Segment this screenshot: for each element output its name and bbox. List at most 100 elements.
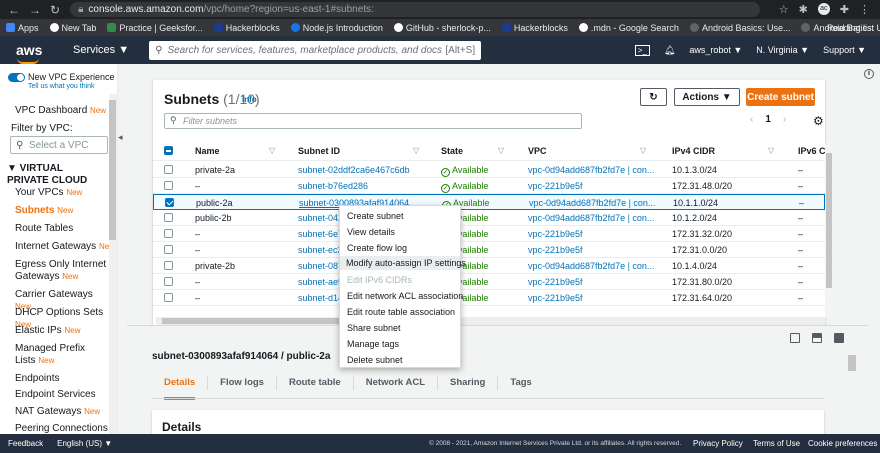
row-checkbox[interactable] — [164, 261, 173, 270]
table-row[interactable]: private-2a subnet-02ddf2ca6e467c6db ✓ Avail… — [153, 162, 825, 178]
cell-subnet-id[interactable]: subnet-d14 — [298, 293, 343, 303]
col-name[interactable]: Name — [195, 146, 220, 156]
sidebar-item-endpoint-services[interactable]: Endpoint Services — [15, 389, 96, 401]
privacy-link[interactable]: Privacy Policy — [693, 439, 743, 448]
sidebar-item-route-tables[interactable]: Route Tables — [15, 223, 73, 235]
extension-icon[interactable]: ✱ — [799, 3, 808, 16]
sort-icon[interactable]: ▽ — [498, 146, 504, 155]
cell-vpc[interactable]: vpc-0d94add687fb2fd7e | con... — [529, 198, 655, 208]
aws-logo[interactable]: aws — [16, 42, 48, 64]
menu-icon[interactable]: ⋮ — [859, 3, 870, 16]
tab-details[interactable]: Details — [152, 376, 209, 400]
experience-feedback-link[interactable]: Tell us what you think — [28, 83, 95, 90]
row-checkbox[interactable] — [164, 165, 173, 174]
split-bottom-icon[interactable] — [790, 333, 800, 343]
feedback-link[interactable]: Feedback — [8, 439, 43, 448]
sort-icon[interactable]: ▽ — [413, 146, 419, 155]
sidebar-item-nat-gateways[interactable]: NAT Gateways New — [15, 406, 100, 418]
address-bar[interactable]: 🔒︎ console.aws.amazon.com /vpc/home?regi… — [70, 2, 761, 17]
bookmark-android-1[interactable]: Android Basics: Use... — [689, 23, 790, 33]
sidebar-item-peering[interactable]: Peering Connections — [15, 423, 108, 434]
section-virtual-private-cloud[interactable]: ▼ VIRTUAL PRIVATE CLOUD — [7, 163, 102, 187]
bell-icon[interactable]: 🔔︎ — [664, 45, 675, 56]
services-menu[interactable]: Services ▼ — [73, 44, 129, 56]
sort-icon[interactable]: ▽ — [768, 146, 774, 155]
row-checkbox[interactable] — [164, 229, 173, 238]
actions-button[interactable]: Actions ▼ — [674, 88, 740, 106]
bookmark-github[interactable]: GitHub - sherlock-p... — [393, 23, 491, 33]
tab-flow-logs[interactable]: Flow logs — [208, 376, 277, 390]
context-menu-item[interactable]: Edit network ACL association — [347, 291, 463, 301]
toggle-switch[interactable] — [8, 73, 25, 82]
col-vpc[interactable]: VPC — [528, 146, 547, 156]
table-row[interactable]: private-2bsubnet-087✓Availablevpc-0d94ad… — [153, 258, 825, 274]
bookmark-newtab[interactable]: New Tab — [49, 23, 96, 33]
cell-subnet-id[interactable]: subnet-02ddf2ca6e467c6db — [298, 165, 410, 175]
cell-vpc[interactable]: vpc-221b9e5f — [528, 293, 583, 303]
col-state[interactable]: State — [441, 146, 463, 156]
sidebar-item-endpoints[interactable]: Endpoints — [15, 373, 59, 385]
table-row[interactable]: – subnet-b76ed286 ✓ Available vpc-221b9e5f 17… — [153, 178, 825, 194]
cell-vpc[interactable]: vpc-221b9e5f — [528, 229, 583, 239]
bookmark-apps[interactable]: Apps — [6, 23, 39, 33]
cell-subnet-id[interactable]: subnet-ae9 — [298, 277, 343, 287]
create-subnet-button[interactable]: Create subnet — [746, 88, 815, 106]
bookmark-hackerblocks[interactable]: Hackerblocks — [213, 23, 280, 33]
row-checkbox[interactable] — [165, 198, 174, 207]
language-select[interactable]: English (US) ▼ — [57, 439, 112, 448]
info-panel-icon[interactable]: i — [864, 69, 874, 79]
table-row[interactable]: –subnet-d14✓Availablevpc-221b9e5f172.31.… — [153, 290, 825, 306]
puzzle-icon[interactable]: ✚ — [840, 3, 849, 16]
filter-subnets-input[interactable]: ⚲ Filter subnets — [164, 113, 582, 129]
row-checkbox[interactable] — [164, 213, 173, 222]
table-row[interactable]: public-2asubnet-0300893afaf914064✓Availa… — [153, 194, 825, 210]
col-subnet-id[interactable]: Subnet ID — [298, 146, 340, 156]
context-menu-item[interactable]: Modify auto-assign IP settings — [340, 256, 466, 270]
cell-vpc[interactable]: vpc-221b9e5f — [528, 277, 583, 287]
sidebar-item-subnets[interactable]: Subnets New — [15, 205, 73, 217]
reading-list[interactable]: Reading list — [827, 23, 874, 33]
context-menu-item[interactable]: Edit route table association — [347, 307, 455, 317]
context-menu-item[interactable]: Create subnet — [347, 211, 404, 221]
cell-subnet-id[interactable]: subnet-042 — [298, 213, 343, 223]
bookmark-geeks[interactable]: Practice | Geeksfor... — [107, 23, 203, 33]
sidebar-item-egress-only-gateways[interactable]: Egress Only Internet Gateways New — [15, 259, 107, 283]
bookmark-node[interactable]: Node.js Introduction — [290, 23, 383, 33]
refresh-button[interactable]: ↻ — [640, 88, 667, 106]
bookmark-hackerblocks-2[interactable]: Hackerblocks — [501, 23, 568, 33]
context-menu-item[interactable]: View details — [347, 227, 395, 237]
support-menu[interactable]: Support ▼ — [823, 45, 866, 55]
table-horizontal-scrollbar[interactable] — [156, 317, 825, 325]
cell-vpc[interactable]: vpc-221b9e5f — [528, 181, 583, 191]
row-checkbox[interactable] — [164, 245, 173, 254]
next-page-icon[interactable]: › — [783, 114, 786, 125]
col-ipv6[interactable]: IPv6 CI — [798, 146, 825, 156]
prev-page-icon[interactable]: ‹ — [750, 114, 753, 125]
vpc-select[interactable]: ⚲ Select a VPC — [10, 136, 108, 154]
back-icon[interactable]: ← — [8, 3, 20, 17]
scroll-thumb[interactable] — [826, 153, 832, 288]
star-icon[interactable]: ☆ — [779, 3, 789, 16]
context-menu-item[interactable]: Manage tags — [347, 339, 399, 349]
tab-network-acl[interactable]: Network ACL — [354, 376, 438, 390]
tab-tags[interactable]: Tags — [498, 376, 543, 390]
table-row[interactable]: –subnet-ae9✓Availablevpc-221b9e5f172.31.… — [153, 274, 825, 290]
table-row[interactable]: public-2bsubnet-042✓Availablevpc-0d94add… — [153, 210, 825, 226]
context-menu-item[interactable]: Delete subnet — [347, 355, 403, 365]
sidebar-item-prefix-lists[interactable]: Managed Prefix Lists New — [15, 343, 93, 367]
cell-subnet-id[interactable]: subnet-b76ed286 — [298, 181, 368, 191]
sort-icon[interactable]: ▽ — [269, 146, 275, 155]
scroll-thumb[interactable] — [848, 355, 856, 371]
collapse-sidebar-icon[interactable]: ◂ — [118, 132, 128, 143]
sidebar-item-dashboard[interactable]: VPC Dashboard New — [15, 105, 106, 117]
current-page[interactable]: 1 — [765, 114, 771, 125]
profile-avatar[interactable]: ac — [817, 3, 830, 15]
tab-sharing[interactable]: Sharing — [438, 376, 499, 390]
terms-link[interactable]: Terms of Use — [753, 439, 800, 448]
cell-subnet-id[interactable]: subnet-ec3 — [298, 245, 343, 255]
table-vertical-scrollbar[interactable] — [825, 143, 833, 318]
table-row[interactable]: –subnet-ec3✓Availablevpc-221b9e5f172.31.… — [153, 242, 825, 258]
gear-icon[interactable]: ⚙ — [813, 114, 824, 128]
cell-vpc[interactable]: vpc-0d94add687fb2fd7e | con... — [528, 261, 654, 271]
table-row[interactable]: –subnet-6e7✓Availablevpc-221b9e5f172.31.… — [153, 226, 825, 242]
